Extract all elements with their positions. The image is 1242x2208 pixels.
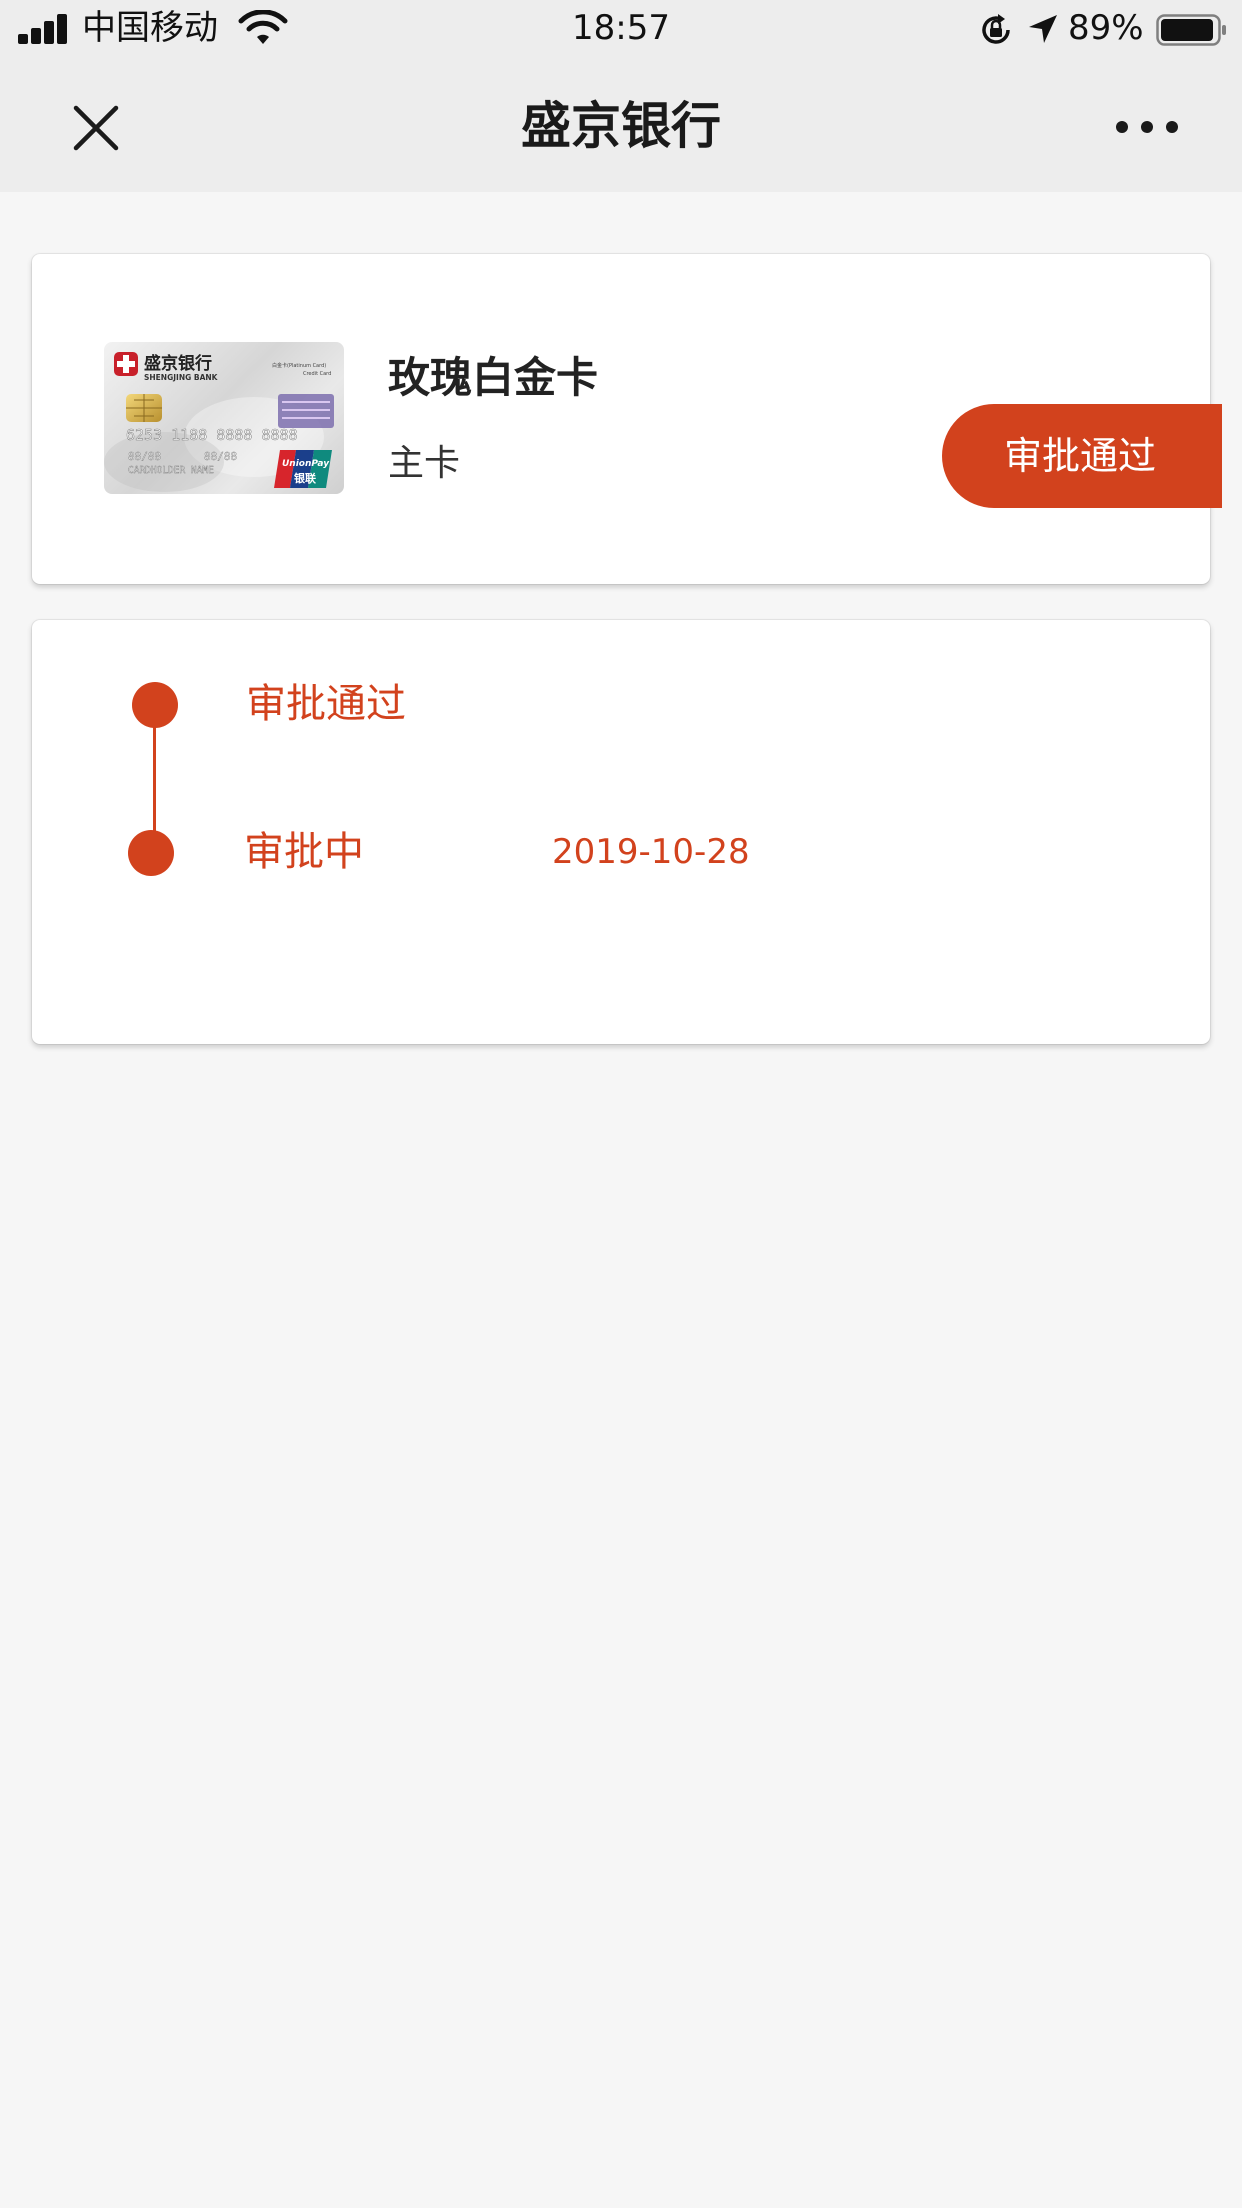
location-icon [1029, 15, 1057, 43]
timeline-step-label: 审批通过 [246, 681, 406, 727]
card-label: 白金卡(Platinum Card) [272, 362, 326, 369]
credit-card-image: 盛京银行 SHENGJING BANK 白金卡(Platinum Card) C… [104, 342, 344, 494]
battery-icon [1156, 14, 1226, 46]
unionpay-logo: UnionPay 银联 [274, 450, 332, 488]
svg-text:UnionPay: UnionPay [282, 459, 330, 469]
svg-text:88/88: 88/88 [204, 450, 237, 463]
battery-percent: 89% [1068, 8, 1144, 48]
card-number: 6253 1188 8888 8888 [126, 426, 298, 444]
progress-timeline: 审批通过 审批中 2019-10-28 [32, 620, 1210, 1044]
card-panel[interactable]: 盛京银行 SHENGJING BANK 白金卡(Platinum Card) C… [32, 254, 1222, 584]
status-bar: 中国移动 18:57 89% [0, 0, 1242, 62]
rotation-lock-icon [982, 14, 1010, 44]
more-icon[interactable] [1112, 112, 1182, 142]
timeline-dot [132, 682, 178, 728]
timeline-step-date: 2019-10-28 [552, 832, 750, 872]
card-name: 玫瑰白金卡 [388, 353, 599, 402]
card-type: 主卡 [388, 443, 461, 484]
nav-bar: 盛京银行 [0, 62, 1242, 192]
timeline-step-label: 审批中 [244, 829, 364, 875]
timeline-dot [128, 830, 174, 876]
svg-text:88/88: 88/88 [128, 450, 161, 463]
credit-card-art: 盛京银行 SHENGJING BANK 白金卡(Platinum Card) C… [104, 352, 334, 492]
card-sub-label: Credit Card [303, 371, 331, 377]
page-title: 盛京银行 [521, 97, 721, 155]
status-badge: 审批通过 [942, 404, 1222, 508]
svg-text:银联: 银联 [294, 471, 316, 485]
card-holder: CARDHOLDER NAME [128, 465, 214, 476]
card-bank-name: 盛京银行 [144, 353, 212, 374]
card-bank-name-en: SHENGJING BANK [144, 373, 219, 382]
